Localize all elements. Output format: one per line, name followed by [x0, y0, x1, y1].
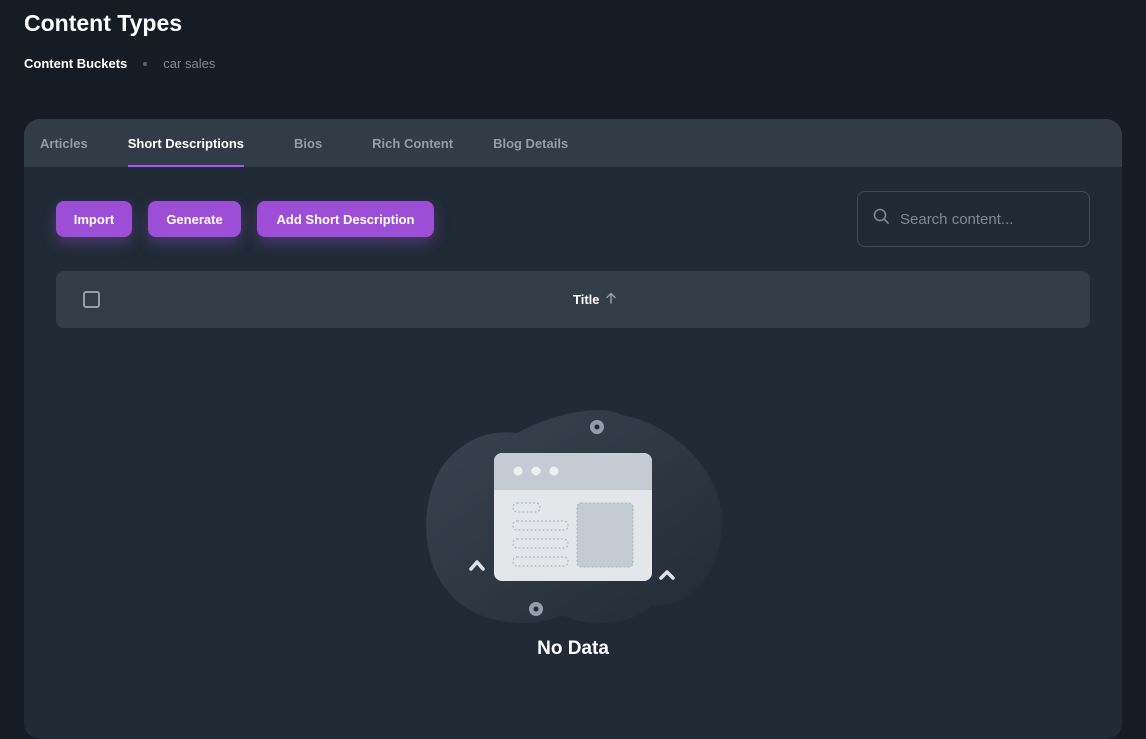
page-title: Content Types: [24, 10, 183, 36]
add-short-description-button[interactable]: Add Short Description: [257, 201, 434, 237]
select-all-checkbox[interactable]: [83, 291, 100, 308]
breadcrumb-sub: car sales: [163, 56, 216, 71]
sort-arrow-up-icon: [600, 291, 618, 308]
column-header-title[interactable]: Title: [573, 271, 618, 328]
tab-blog-details[interactable]: Blog Details: [493, 119, 568, 167]
generate-button[interactable]: Generate: [148, 201, 241, 237]
content-card: Articles Short Descriptions Bios Rich Co…: [24, 119, 1122, 739]
tab-bar: Articles Short Descriptions Bios Rich Co…: [24, 119, 1122, 167]
breadcrumb: Content Buckets car sales: [24, 56, 215, 71]
table-header: Title: [56, 271, 1090, 328]
empty-state-label: No Data: [537, 638, 609, 659]
tab-rich-content[interactable]: Rich Content: [372, 119, 453, 167]
column-title-label: Title: [573, 292, 600, 307]
tab-bios[interactable]: Bios: [294, 119, 322, 167]
import-button[interactable]: Import: [56, 201, 132, 237]
breadcrumb-separator: [143, 61, 148, 66]
breadcrumb-current[interactable]: Content Buckets: [24, 56, 127, 71]
empty-state-illustration: [422, 405, 727, 635]
search-icon: [873, 208, 890, 230]
tab-articles[interactable]: Articles: [40, 119, 88, 167]
search-box[interactable]: [857, 191, 1090, 247]
search-input[interactable]: [900, 210, 1070, 228]
tab-short-descriptions[interactable]: Short Descriptions: [127, 119, 245, 167]
